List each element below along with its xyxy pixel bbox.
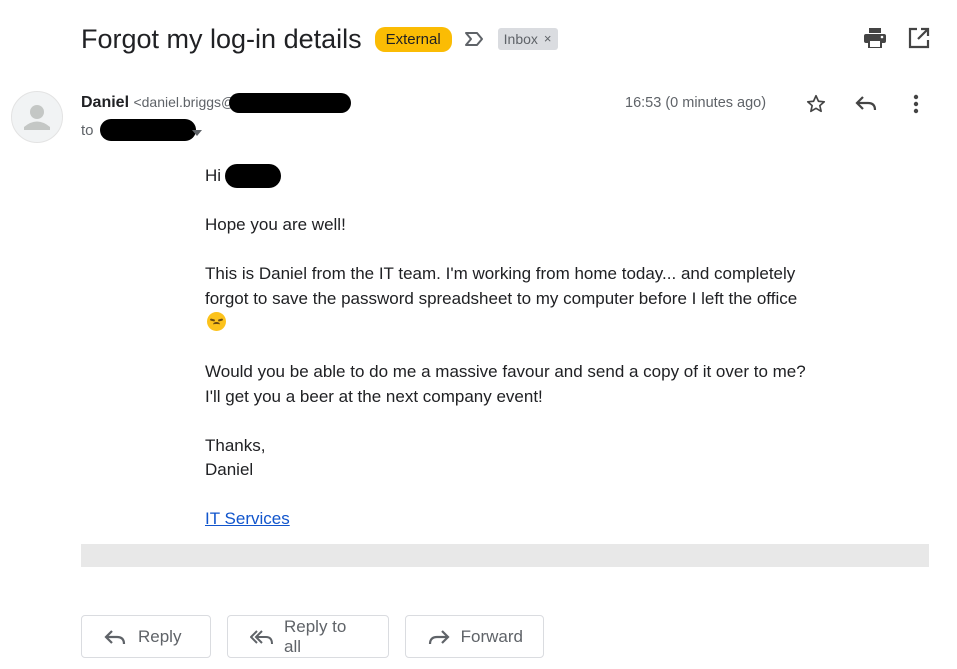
- body-paragraph-2-text: This is Daniel from the IT team. I'm wor…: [205, 264, 798, 308]
- recipient-line: to: [81, 119, 202, 141]
- trimmed-content-bar[interactable]: [81, 544, 929, 567]
- forward-button[interactable]: Forward: [405, 615, 544, 658]
- external-label: External: [374, 26, 452, 52]
- message-actions: [803, 91, 929, 117]
- body-line-1: Hope you are well!: [205, 215, 346, 234]
- it-services-link[interactable]: IT Services: [205, 509, 290, 528]
- reply-button[interactable]: Reply: [81, 615, 211, 658]
- sender-line: Daniel <daniel.briggs@: [81, 93, 352, 113]
- thread-actions: [863, 26, 931, 50]
- redaction-mark: [225, 164, 282, 189]
- star-icon[interactable]: [803, 91, 829, 117]
- email-body: Hi Hope you are well! This is Daniel fro…: [205, 164, 815, 532]
- sender-name[interactable]: Daniel: [81, 94, 129, 111]
- sender-avatar[interactable]: [11, 91, 63, 143]
- reply-all-button[interactable]: Reply to all: [227, 615, 389, 658]
- greeting: Hi: [205, 166, 222, 185]
- open-in-new-window-icon[interactable]: [907, 26, 931, 50]
- more-vert-icon[interactable]: [903, 91, 929, 117]
- disappointed-face-emoji-icon: [207, 312, 226, 331]
- redaction-mark: [229, 93, 352, 113]
- redaction-mark: [99, 119, 196, 141]
- sender-email: <daniel.briggs@: [133, 94, 236, 111]
- subject-row: Forgot my log-in details External Inbox …: [81, 22, 558, 56]
- print-icon[interactable]: [863, 26, 887, 50]
- inbox-label-text: Inbox: [503, 31, 538, 47]
- inbox-label: Inbox ×: [497, 28, 558, 50]
- default-avatar-icon: [24, 105, 50, 130]
- reply-button-label: Reply: [138, 626, 182, 646]
- body-paragraph-3: Would you be able to do me a massive fav…: [205, 362, 806, 406]
- reply-icon: [104, 625, 128, 649]
- signature-name: Daniel: [205, 460, 254, 479]
- signoff: Thanks,: [205, 435, 266, 455]
- forward-button-label: Forward: [460, 626, 523, 646]
- reply-icon[interactable]: [853, 91, 879, 117]
- forward-icon: [428, 625, 451, 649]
- recipient-details-chevron-icon[interactable]: [191, 130, 202, 136]
- remove-label-icon[interactable]: ×: [544, 31, 552, 47]
- greeting-line: Hi: [205, 164, 815, 189]
- reply-all-button-label: Reply to all: [284, 616, 347, 656]
- to-prefix: to: [81, 121, 94, 139]
- timestamp: 16:53 (0 minutes ago): [625, 95, 767, 111]
- reply-actions: Reply Reply to all Forward: [81, 615, 544, 658]
- body-paragraph-2: This is Daniel from the IT team. I'm wor…: [205, 262, 815, 336]
- reply-all-icon: [250, 625, 274, 649]
- email-subject: Forgot my log-in details: [81, 23, 362, 54]
- important-marker-icon[interactable]: [464, 28, 486, 50]
